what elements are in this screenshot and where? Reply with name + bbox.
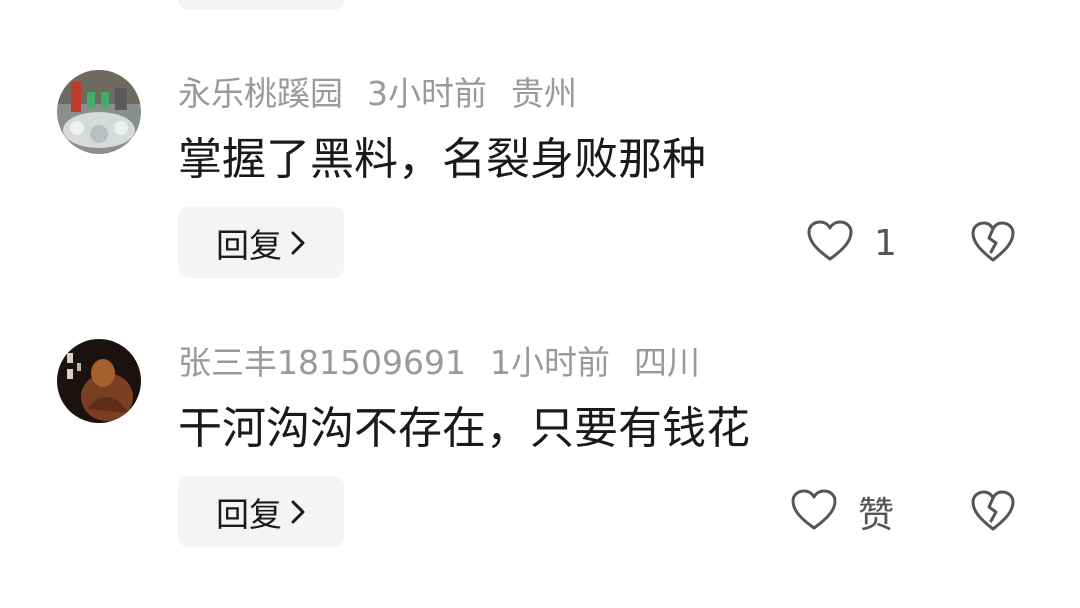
avatar[interactable]	[57, 70, 141, 154]
username[interactable]: 永乐桃蹊园	[178, 74, 343, 113]
dislike-button[interactable]	[970, 489, 1016, 535]
avatar[interactable]	[57, 339, 141, 423]
comment-content: 干河沟沟不存在，只要有钱花	[178, 403, 750, 454]
comment-meta: 张三丰181509691 1小时前 四川	[178, 341, 724, 385]
reply-button[interactable]: 回复	[178, 207, 344, 278]
dislike-button[interactable]	[970, 220, 1016, 266]
reply-label: 回复	[216, 494, 282, 534]
comment-item: 永乐桃蹊园 3小时前 贵州 掌握了黑料，名裂身败那种 回复 1	[0, 0, 1080, 280]
broken-heart-icon	[970, 490, 1016, 537]
heart-outline-icon	[790, 488, 838, 536]
chevron-right-icon	[290, 230, 306, 256]
heart-outline-icon	[806, 219, 854, 267]
reply-button[interactable]: 回复	[178, 476, 344, 547]
timestamp: 1小时前	[489, 343, 610, 382]
broken-heart-icon	[970, 221, 1016, 268]
reply-label: 回复	[216, 225, 282, 265]
username[interactable]: 张三丰181509691	[178, 343, 466, 382]
location: 贵州	[511, 74, 577, 113]
comment-content: 掌握了黑料，名裂身败那种	[178, 134, 706, 185]
comment-item: 张三丰181509691 1小时前 四川 干河沟沟不存在，只要有钱花 回复 赞	[0, 269, 1080, 549]
like-count: 1	[874, 222, 897, 264]
like-label: 赞	[858, 495, 895, 536]
timestamp: 3小时前	[367, 74, 487, 113]
like-button[interactable]: 赞	[790, 488, 895, 536]
chevron-right-icon	[290, 499, 306, 525]
like-button[interactable]: 1	[806, 220, 897, 266]
comment-meta: 永乐桃蹊园 3小时前 贵州	[178, 72, 601, 116]
location: 四川	[633, 343, 700, 382]
